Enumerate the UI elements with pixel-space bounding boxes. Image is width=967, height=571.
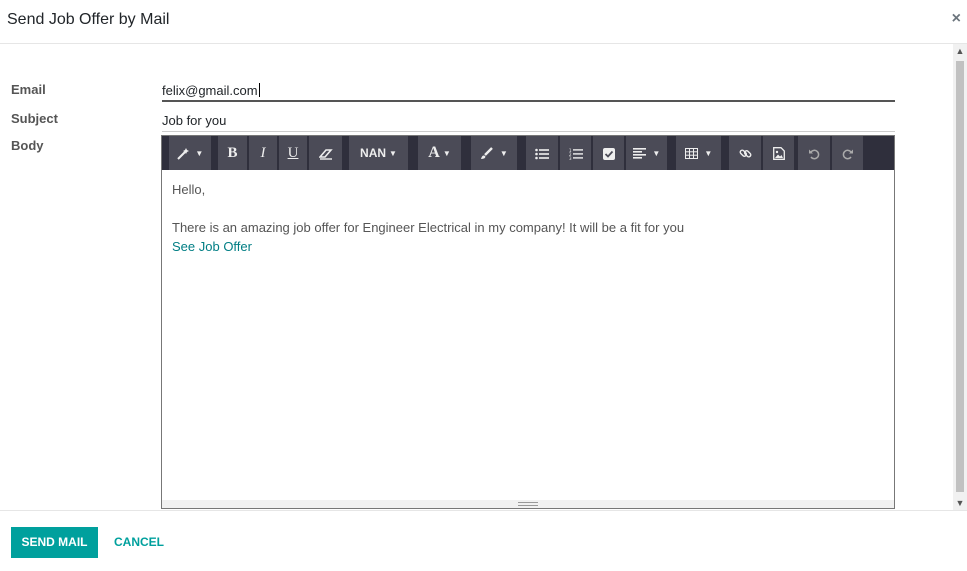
body-label: Body [11, 138, 44, 153]
send-mail-button[interactable]: SEND MAIL [11, 527, 98, 558]
dialog-footer: SEND MAIL CANCEL [0, 510, 967, 571]
dialog-scrollbar[interactable]: ▲ ▼ [953, 44, 967, 510]
paint-brush-icon [480, 145, 497, 160]
dialog-header: Send Job Offer by Mail × [0, 0, 967, 44]
greeting-text: Hello, [172, 182, 206, 197]
text-caret [258, 83, 260, 97]
table-icon [684, 145, 702, 160]
bold-button[interactable]: B [218, 136, 247, 170]
ordered-list-icon: 123 [569, 145, 583, 160]
ordered-list-button[interactable]: 123 [559, 136, 591, 170]
font-color-button[interactable]: A ▼ [418, 136, 461, 170]
underline-button[interactable]: U [278, 136, 307, 170]
subject-field[interactable]: Job for you [162, 108, 895, 132]
dialog-title: Send Job Offer by Mail [7, 11, 170, 28]
scroll-up-arrow[interactable]: ▲ [953, 44, 967, 58]
align-icon [632, 145, 650, 160]
italic-button[interactable]: I [248, 136, 277, 170]
eraser-icon [318, 145, 333, 160]
font-size-dropdown[interactable]: NAN ▼ [349, 136, 408, 170]
email-value: felix@gmail.com [162, 83, 258, 98]
subject-label: Subject [11, 111, 58, 126]
align-button[interactable]: ▼ [625, 136, 667, 170]
link-icon [739, 145, 752, 160]
table-button[interactable]: ▼ [676, 136, 721, 170]
italic-icon: I [260, 145, 266, 161]
job-offer-paragraph: See Job Offer [172, 237, 884, 256]
message-text: There is an amazing job offer for Engine… [172, 220, 685, 235]
see-job-offer-link[interactable]: See Job Offer [172, 239, 252, 254]
email-field[interactable]: felix@gmail.com [162, 78, 895, 102]
checklist-button[interactable] [592, 136, 624, 170]
font-color-icon: A [428, 144, 440, 161]
redo-icon [842, 145, 854, 160]
undo-button[interactable] [798, 136, 830, 170]
undo-icon [808, 145, 820, 160]
paint-brush-button[interactable]: ▼ [471, 136, 517, 170]
close-button[interactable]: × [952, 10, 961, 28]
grip-icon [518, 502, 538, 506]
underline-icon: U [287, 145, 299, 161]
magic-wand-icon [177, 145, 193, 160]
subject-value: Job for you [162, 113, 227, 128]
bold-icon: B [227, 145, 238, 161]
cancel-button[interactable]: CANCEL [114, 527, 164, 558]
image-icon [772, 145, 785, 161]
editor-resize-handle[interactable] [162, 500, 894, 508]
email-label: Email [11, 82, 46, 97]
magic-wand-button[interactable]: ▼ [169, 136, 211, 170]
editor-toolbar: ▼ B I U NAN ▼ A ▼ ▼ 123 ▼ ▼ [162, 136, 894, 170]
link-button[interactable] [729, 136, 761, 170]
unordered-list-icon [535, 145, 549, 160]
svg-text:3: 3 [569, 156, 572, 160]
checklist-icon [602, 145, 615, 160]
scroll-thumb[interactable] [956, 61, 964, 492]
eraser-button[interactable] [308, 136, 342, 170]
body-editor[interactable]: ▼ B I U NAN ▼ A ▼ ▼ 123 ▼ ▼ Hello, There… [161, 135, 895, 509]
image-button[interactable] [762, 136, 794, 170]
font-size-value: NAN [360, 146, 387, 160]
redo-button[interactable] [831, 136, 863, 170]
unordered-list-button[interactable] [526, 136, 558, 170]
editor-content[interactable]: Hello, There is an amazing job offer for… [162, 170, 894, 500]
scroll-down-arrow[interactable]: ▼ [953, 496, 967, 510]
